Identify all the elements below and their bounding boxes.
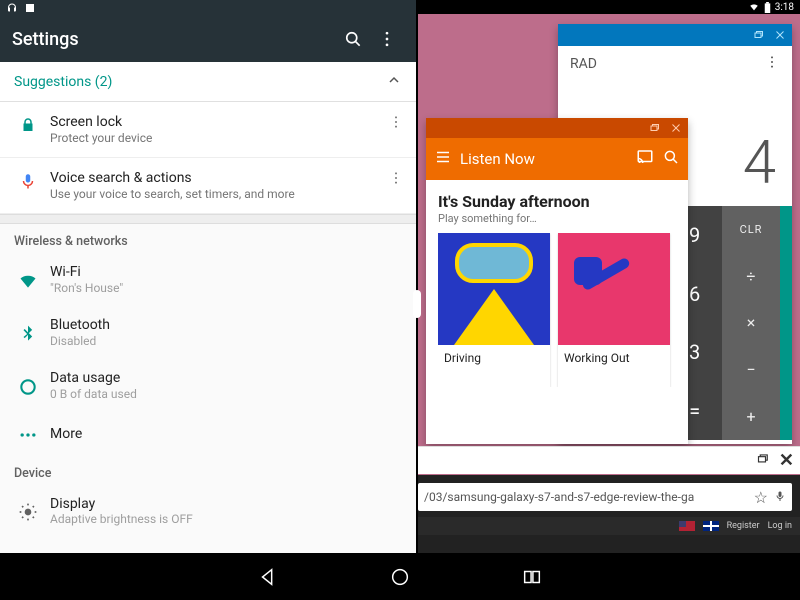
- status-time: 3:18: [775, 2, 794, 13]
- left-status-bar: [0, 0, 416, 16]
- suggestion-sub: Protect your device: [50, 131, 380, 145]
- music-titlebar[interactable]: [426, 118, 688, 138]
- navigation-bar: [0, 553, 800, 600]
- suggestion-voice[interactable]: Voice search & actions Use your voice to…: [0, 158, 416, 214]
- setting-bluetooth[interactable]: Bluetooth Disabled: [0, 306, 416, 359]
- search-icon[interactable]: [662, 148, 680, 170]
- nav-home[interactable]: [389, 566, 411, 588]
- wireless-subheader: Wireless & networks: [0, 224, 416, 253]
- suggestions-header[interactable]: Suggestions (2): [0, 62, 416, 102]
- site-bar: Register Log in: [418, 517, 800, 535]
- settings-pane: Settings Suggestions (2) Screen lock Pro…: [0, 0, 416, 553]
- restore-icon[interactable]: [755, 451, 769, 470]
- flag-uk-icon[interactable]: [703, 521, 719, 531]
- setting-sub: "Ron's House": [50, 281, 402, 295]
- setting-sub: Disabled: [50, 334, 402, 348]
- suggestion-title: Screen lock: [50, 114, 380, 130]
- suggestion-title: Voice search & actions: [50, 170, 380, 186]
- close-icon[interactable]: ✕: [779, 450, 794, 471]
- image-icon: [24, 2, 36, 14]
- browser-window: /03/samsung-galaxy-s7-and-s7-edge-review…: [418, 475, 800, 553]
- setting-title: Wi-Fi: [50, 264, 402, 280]
- nav-recents[interactable]: [521, 566, 543, 588]
- settings-title: Settings: [12, 29, 336, 50]
- search-button[interactable]: [336, 22, 370, 56]
- suggestion-overflow[interactable]: [380, 114, 412, 134]
- restore-icon[interactable]: [752, 29, 764, 41]
- settings-appbar: Settings: [0, 16, 416, 62]
- nav-back[interactable]: [257, 566, 279, 588]
- music-title: Listen Now: [460, 150, 628, 168]
- calc-key-clr[interactable]: CLR: [722, 206, 780, 253]
- more-horiz-icon: [14, 425, 42, 445]
- calc-mode-row: RAD: [558, 46, 792, 82]
- music-cards[interactable]: Driving Working Out To Bi: [438, 233, 676, 387]
- calc-titlebar[interactable]: [558, 24, 792, 46]
- calc-key-add[interactable]: +: [722, 393, 780, 440]
- wifi-icon: [14, 271, 42, 291]
- calc-mode[interactable]: RAD: [570, 56, 597, 72]
- music-sub: Play something for…: [438, 212, 676, 225]
- music-card-workout[interactable]: Working Out: [558, 233, 670, 387]
- setting-title: Data usage: [50, 370, 402, 386]
- setting-title: Bluetooth: [50, 317, 402, 333]
- suggestion-sub: Use your voice to search, set timers, an…: [50, 187, 380, 201]
- data-usage-icon: [14, 377, 42, 397]
- star-icon[interactable]: ☆: [754, 488, 768, 507]
- suggestions-label: Suggestions (2): [14, 74, 112, 90]
- card-art: [438, 233, 550, 345]
- search-icon: [343, 29, 363, 49]
- freeform-row: ✕: [418, 446, 800, 474]
- device-subheader: Device: [0, 456, 416, 485]
- more-vert-icon: [377, 29, 397, 49]
- card-art: [558, 233, 670, 345]
- setting-title: Display: [50, 496, 402, 512]
- setting-display[interactable]: Display Adaptive brightness is OFF: [0, 485, 416, 536]
- mic-icon: [14, 172, 42, 190]
- music-appbar: Listen Now: [426, 138, 688, 180]
- chevron-up-icon: [386, 72, 402, 92]
- setting-datausage[interactable]: Data usage 0 B of data used: [0, 359, 416, 412]
- setting-more[interactable]: More: [0, 412, 416, 456]
- calc-overflow[interactable]: [764, 54, 780, 74]
- setting-title: More: [50, 426, 402, 442]
- hamburger-icon[interactable]: [434, 148, 452, 170]
- url-text: /03/samsung-galaxy-s7-and-s7-edge-review…: [424, 490, 748, 504]
- calc-oppad: CLR ÷ × − +: [722, 206, 780, 440]
- setting-sub: 0 B of data used: [50, 387, 402, 401]
- battery-icon: [764, 2, 771, 13]
- restore-icon[interactable]: [648, 119, 660, 138]
- bluetooth-icon: [14, 324, 42, 344]
- right-pane: 3:18 RAD 4 7 8 9 4 5 6: [418, 0, 800, 553]
- calc-advanced-drawer[interactable]: [780, 206, 792, 440]
- wifi-status-icon: [748, 2, 760, 12]
- music-window[interactable]: Listen Now It's Sunday afternoon Play so…: [426, 118, 688, 444]
- display-icon: [14, 502, 42, 522]
- setting-sub: Adaptive brightness is OFF: [50, 513, 402, 525]
- card-label: Working Out: [558, 345, 670, 377]
- headphones-icon: [6, 2, 18, 14]
- card-label: Driving: [438, 345, 550, 377]
- lock-icon: [14, 116, 42, 134]
- suggestion-overflow[interactable]: [380, 170, 412, 190]
- right-status-bar: 3:18: [418, 0, 800, 14]
- music-headline: It's Sunday afternoon: [438, 192, 676, 211]
- url-bar[interactable]: /03/samsung-galaxy-s7-and-s7-edge-review…: [418, 483, 792, 511]
- suggestion-screen-lock[interactable]: Screen lock Protect your device: [0, 102, 416, 158]
- divider-handle[interactable]: [413, 290, 421, 318]
- music-card-driving[interactable]: Driving: [438, 233, 550, 387]
- calc-key-div[interactable]: ÷: [722, 253, 780, 300]
- login-link[interactable]: Log in: [768, 521, 792, 531]
- calc-key-mul[interactable]: ×: [722, 300, 780, 347]
- setting-wifi[interactable]: Wi-Fi "Ron's House": [0, 253, 416, 306]
- mic-icon[interactable]: [774, 488, 786, 507]
- split-divider[interactable]: [416, 0, 418, 553]
- overflow-button[interactable]: [370, 22, 404, 56]
- close-icon[interactable]: [670, 119, 682, 138]
- calc-key-sub[interactable]: −: [722, 346, 780, 393]
- close-icon[interactable]: [774, 29, 786, 41]
- cast-icon[interactable]: [636, 148, 654, 170]
- register-link[interactable]: Register: [727, 521, 760, 531]
- flag-us-icon[interactable]: [679, 521, 695, 531]
